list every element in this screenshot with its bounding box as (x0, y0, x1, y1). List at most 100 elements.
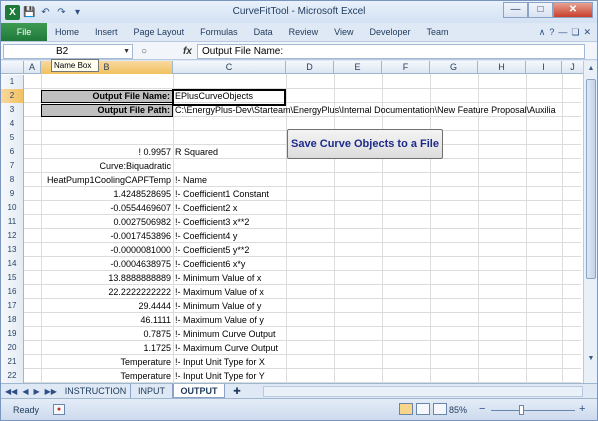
cell-b[interactable] (41, 75, 173, 89)
cell-c[interactable]: !- Coefficient6 x*y (173, 257, 581, 271)
workbook-restore-icon[interactable]: ❏ (571, 27, 579, 38)
insert-sheet-icon[interactable]: ✚ (227, 384, 247, 398)
cell-b[interactable]: 0.0027506982 (41, 215, 173, 229)
row-header[interactable]: 17 (1, 299, 24, 313)
cell-c[interactable]: !- Coefficient5 y**2 (173, 243, 581, 257)
scroll-down-icon[interactable]: ▼ (584, 353, 598, 365)
page-break-view-button[interactable] (433, 403, 447, 415)
row-header[interactable]: 12 (1, 229, 24, 243)
tab-insert[interactable]: Insert (87, 23, 126, 41)
minimize-ribbon-icon[interactable]: ∧ (539, 27, 546, 38)
cell-c[interactable]: !- Minimum Value of y (173, 299, 581, 313)
row-header[interactable]: 21 (1, 355, 24, 369)
next-sheet-icon[interactable]: ▶ (33, 385, 39, 398)
cell-b[interactable]: 13.8888888889 (41, 271, 173, 285)
column-header-a[interactable]: A (24, 61, 41, 74)
cell-c[interactable]: !- Coefficient2 x (173, 201, 581, 215)
tab-team[interactable]: Team (419, 23, 457, 41)
formula-input[interactable]: Output File Name: (197, 44, 585, 59)
chevron-down-icon[interactable]: ▼ (123, 45, 130, 58)
cell-c[interactable]: !- Name (173, 173, 581, 187)
row-header[interactable]: 4 (1, 117, 24, 131)
zoom-out-icon[interactable]: − (479, 402, 485, 416)
row-header[interactable]: 6 (1, 145, 24, 159)
zoom-slider-knob[interactable] (519, 405, 524, 415)
close-button[interactable]: ✕ (553, 2, 593, 18)
row-header[interactable]: 22 (1, 369, 24, 383)
row-header[interactable]: 14 (1, 257, 24, 271)
column-header-i[interactable]: I (526, 61, 562, 74)
first-sheet-icon[interactable]: ◀◀ (5, 385, 17, 398)
vertical-scroll-thumb[interactable] (586, 79, 596, 279)
row-header[interactable]: 15 (1, 271, 24, 285)
tab-developer[interactable]: Developer (361, 23, 418, 41)
cell-b[interactable]: Curve:Biquadratic (41, 159, 173, 173)
last-sheet-icon[interactable]: ▶▶ (45, 385, 57, 398)
macro-record-icon[interactable]: ● (53, 404, 65, 415)
maximize-button[interactable]: □ (528, 2, 553, 18)
tab-formulas[interactable]: Formulas (192, 23, 246, 41)
row-header[interactable]: 19 (1, 327, 24, 341)
help-icon[interactable]: ? (549, 27, 554, 37)
row-header[interactable]: 10 (1, 201, 24, 215)
cell-c[interactable]: !- Input Unit Type for X (173, 355, 581, 369)
column-header-f[interactable]: F (382, 61, 430, 74)
cell-b[interactable]: 29.4444 (41, 299, 173, 313)
zoom-slider[interactable] (491, 410, 575, 411)
cell-c[interactable]: !- Coefficient3 x**2 (173, 215, 581, 229)
row-header[interactable]: 13 (1, 243, 24, 257)
cell-c[interactable]: !- Input Unit Type for Y (173, 369, 581, 383)
row-header[interactable]: 1 (1, 75, 24, 89)
cell-b[interactable]: -0.0017453896 (41, 229, 173, 243)
cell-c[interactable]: !- Coefficient4 y (173, 229, 581, 243)
tab-file[interactable]: File (1, 23, 47, 41)
tab-data[interactable]: Data (246, 23, 281, 41)
cell-c[interactable]: !- Coefficient1 Constant (173, 187, 581, 201)
page-layout-view-button[interactable] (416, 403, 430, 415)
cell-b[interactable]: HeatPump1CoolingCAPFTemp (41, 173, 173, 187)
cell-b[interactable]: 1.1725 (41, 341, 173, 355)
select-all-corner[interactable] (1, 61, 24, 74)
tab-page-layout[interactable]: Page Layout (126, 23, 193, 41)
sheet-tab-output[interactable]: OUTPUT (173, 384, 225, 398)
cell-c[interactable]: !- Minimum Curve Output (173, 327, 581, 341)
row-header[interactable]: 5 (1, 131, 24, 145)
workbook-minimize-icon[interactable]: — (558, 27, 567, 37)
scroll-up-icon[interactable]: ▲ (584, 63, 598, 75)
row-header[interactable]: 20 (1, 341, 24, 355)
vertical-scrollbar[interactable]: ▲ ▼ (583, 61, 597, 383)
row-header[interactable]: 9 (1, 187, 24, 201)
cell-c[interactable] (173, 75, 581, 89)
cell-b[interactable]: -0.0554469607 (41, 201, 173, 215)
insert-function-icon[interactable]: fx (183, 44, 192, 59)
row-header[interactable]: 16 (1, 285, 24, 299)
zoom-in-icon[interactable]: + (579, 402, 585, 416)
cell-b[interactable]: 1.4248528695 (41, 187, 173, 201)
cell-b[interactable]: Temperature (41, 369, 173, 383)
row-header[interactable]: 18 (1, 313, 24, 327)
cell-b[interactable] (41, 131, 173, 145)
column-header-h[interactable]: H (478, 61, 526, 74)
horizontal-scrollbar[interactable] (263, 386, 583, 397)
sheet-tab-instruction[interactable]: INSTRUCTION (61, 384, 131, 398)
column-header-g[interactable]: G (430, 61, 478, 74)
cell-b[interactable]: ! 0.9957 (41, 145, 173, 159)
cell-b[interactable]: 22.2222222222 (41, 285, 173, 299)
zoom-level[interactable]: 85% (449, 403, 467, 417)
previous-sheet-icon[interactable]: ◀ (22, 385, 28, 398)
tab-view[interactable]: View (326, 23, 361, 41)
cell-c[interactable]: !- Minimum Value of x (173, 271, 581, 285)
cell-b[interactable] (41, 117, 173, 131)
row-header[interactable]: 8 (1, 173, 24, 187)
column-header-c[interactable]: C (173, 61, 286, 74)
column-header-j[interactable]: J (562, 61, 584, 74)
cell-b[interactable]: -0.0000081000 (41, 243, 173, 257)
cell-c[interactable] (173, 159, 581, 173)
cell-b[interactable]: 46.1111 (41, 313, 173, 327)
row-header[interactable]: 3 (1, 103, 24, 117)
column-header-e[interactable]: E (334, 61, 382, 74)
column-header-d[interactable]: D (286, 61, 334, 74)
worksheet-grid[interactable]: A B C D E F G H I J 1 2 EPlusCurveObjects 3… (1, 61, 597, 383)
cell-c[interactable]: !- Maximum Value of x (173, 285, 581, 299)
cell-c[interactable]: !- Maximum Value of y (173, 313, 581, 327)
